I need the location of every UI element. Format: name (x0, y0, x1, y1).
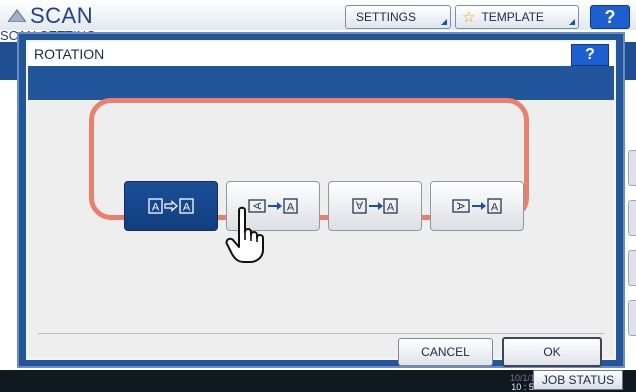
dialog-title: ROTATION (34, 46, 105, 62)
svg-text:A: A (387, 202, 395, 214)
rotation-180-icon: A A (352, 198, 398, 214)
side-tab[interactable] (628, 150, 636, 186)
pointing-hand-icon (225, 206, 264, 263)
scan-icon (8, 9, 26, 22)
scan-title: SCAN (30, 3, 94, 28)
rotation-180-button[interactable]: A A (328, 181, 422, 231)
rotation-0-button[interactable]: A A (124, 181, 218, 231)
corner-arrow-icon (441, 19, 447, 25)
rotation-90-cw-button[interactable]: A A (430, 181, 524, 231)
divider (38, 333, 604, 334)
rotation-0-icon: A A (148, 198, 194, 214)
svg-text:A: A (183, 202, 191, 214)
svg-text:A: A (152, 202, 160, 214)
side-tab[interactable] (628, 300, 636, 336)
settings-label: SETTINGS (356, 10, 417, 24)
template-button[interactable]: ☆ TEMPLATE (455, 5, 579, 29)
corner-arrow-icon (569, 19, 575, 25)
side-tab[interactable] (628, 200, 636, 236)
rotation-90-cw-icon: A A (452, 198, 502, 214)
help-button[interactable]: ? (590, 5, 630, 29)
job-status-button[interactable]: JOB STATUS (533, 370, 623, 390)
svg-text:A: A (491, 202, 499, 214)
side-tab[interactable] (628, 250, 636, 286)
settings-button[interactable]: SETTINGS (345, 5, 451, 29)
star-icon: ☆ (462, 9, 476, 26)
template-label: TEMPLATE (481, 10, 544, 24)
dialog-help-button[interactable]: ? (571, 44, 609, 66)
svg-text:A: A (355, 199, 363, 211)
dialog-titlebar: ROTATION ? (28, 42, 614, 66)
svg-text:A: A (454, 202, 466, 210)
cancel-button[interactable]: CANCEL (398, 338, 493, 366)
ok-button[interactable]: OK (502, 337, 602, 367)
svg-text:A: A (287, 202, 295, 214)
